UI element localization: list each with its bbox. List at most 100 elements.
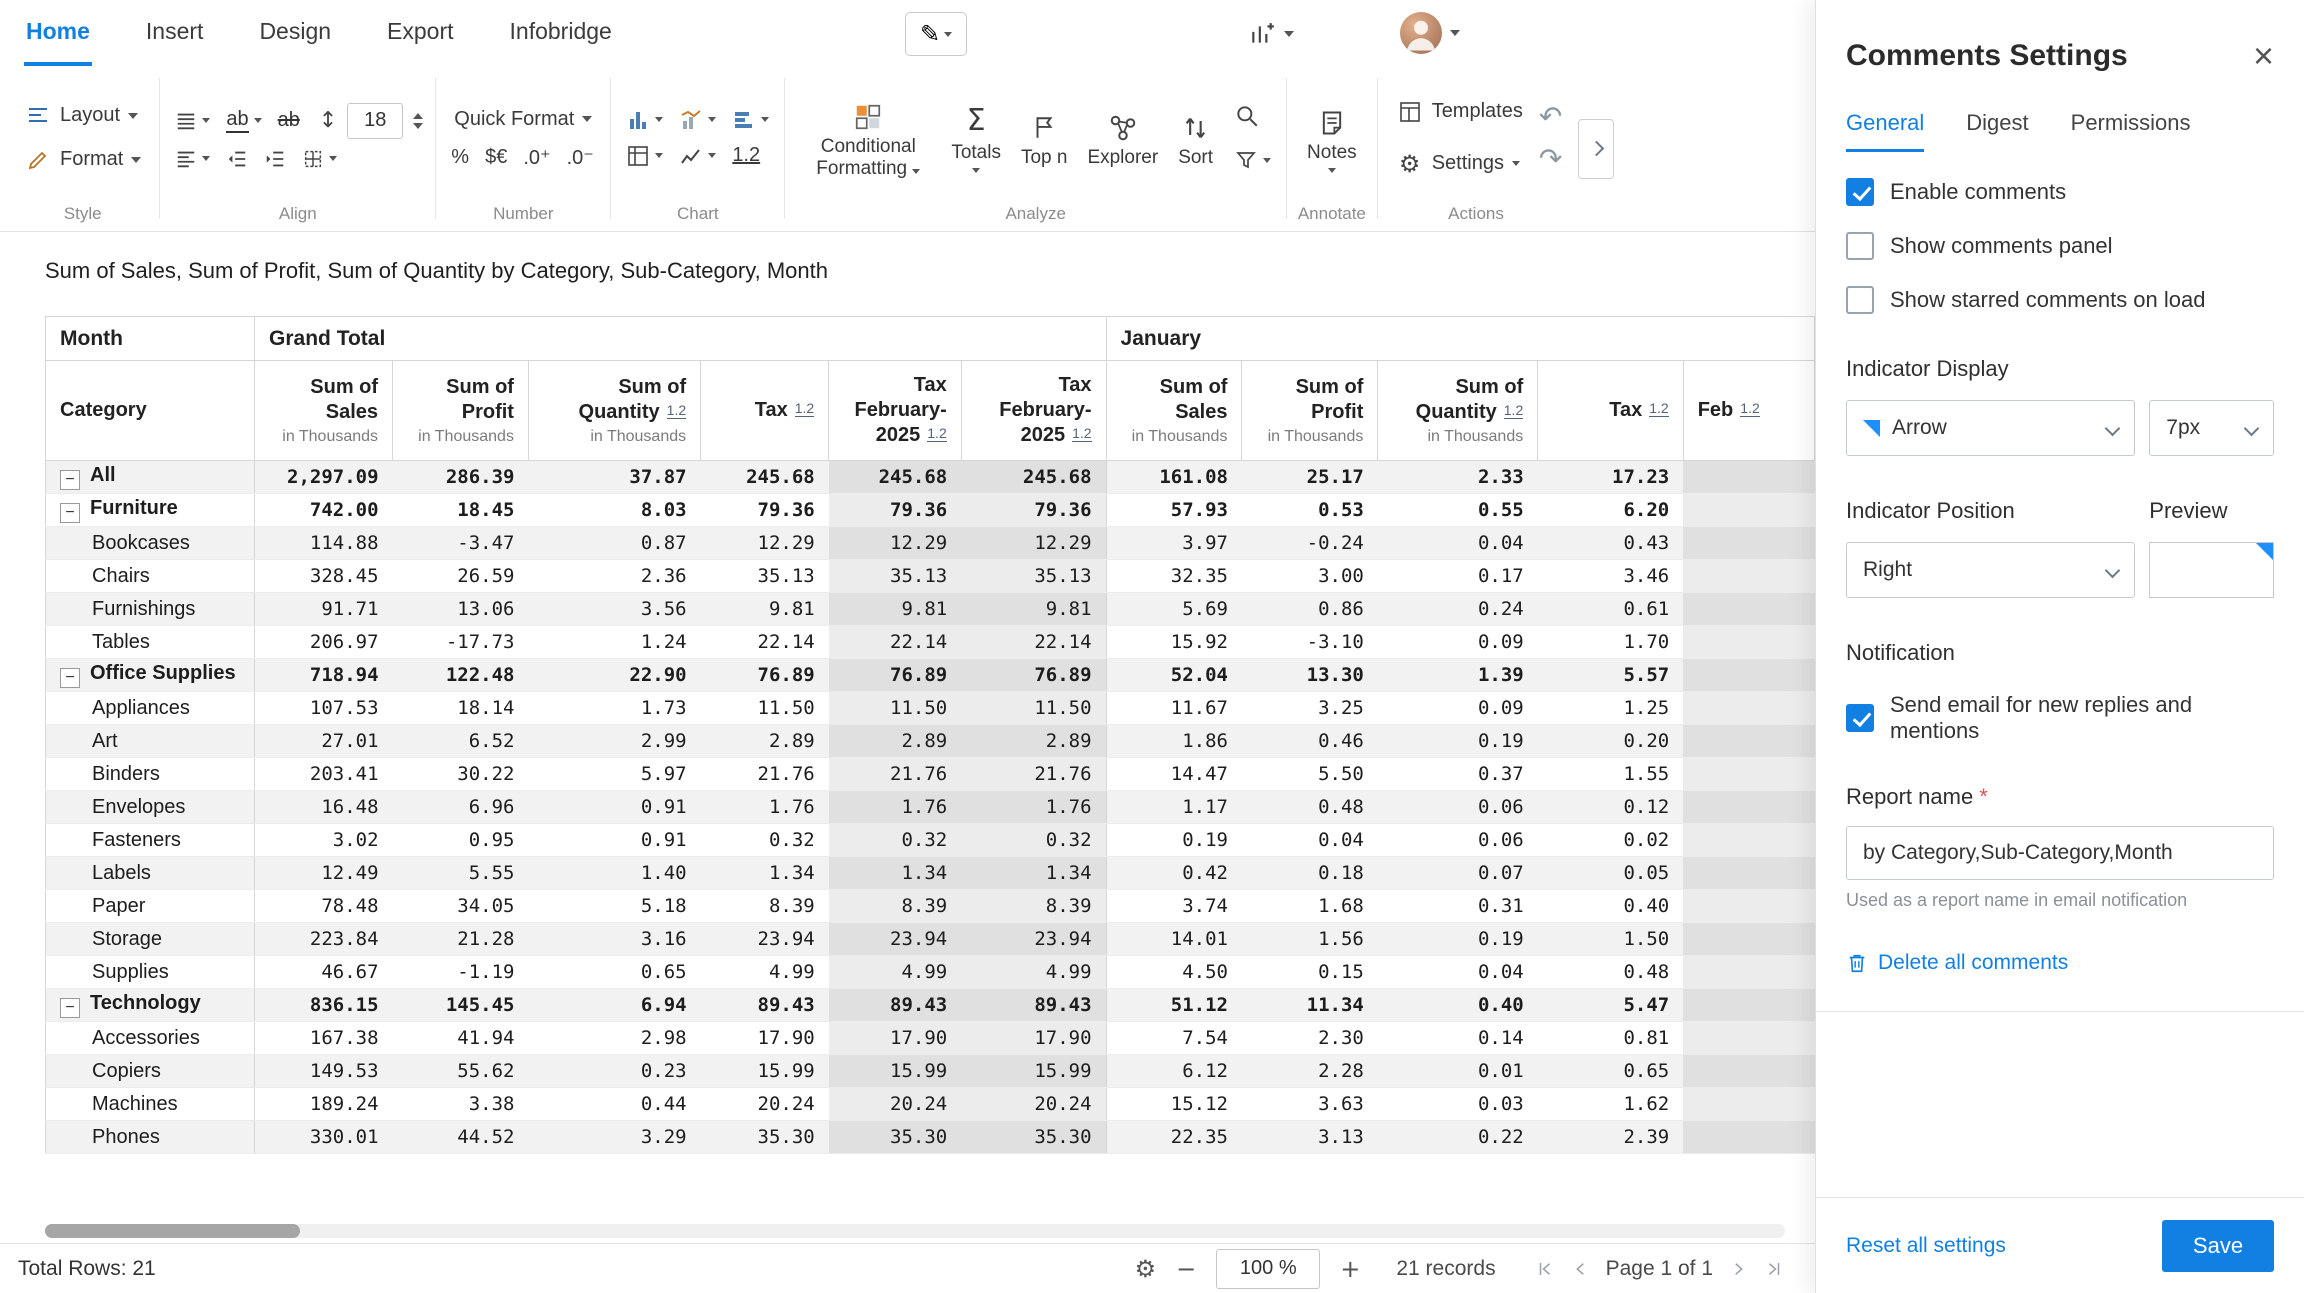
pivot-cell[interactable] [1683,691,1815,725]
pivot-cell[interactable]: 89.43 [828,988,962,1022]
pivot-cell[interactable]: 22.14 [828,625,962,659]
row-label[interactable]: − Office Supplies [45,658,256,692]
pivot-cell[interactable]: 0.46 [1241,724,1378,758]
pivot-cell[interactable]: 1.34 [828,856,962,890]
pivot-cell[interactable]: 89.43 [961,988,1107,1022]
pivot-cell[interactable]: 15.99 [700,1054,829,1088]
row-label[interactable]: Bookcases [45,526,256,560]
pivot-cell[interactable]: -17.73 [392,625,529,659]
indicator-type-select[interactable]: Arrow [1846,400,2136,456]
pivot-cell[interactable]: 0.40 [1377,988,1538,1022]
pivot-cell[interactable] [1683,1120,1815,1154]
pivot-cell[interactable]: 0.95 [392,823,529,857]
pivot-cell[interactable]: 3.29 [528,1120,701,1154]
pivot-cell[interactable]: 20.24 [828,1087,962,1121]
pivot-cell[interactable]: 22.14 [961,625,1107,659]
pivot-cell[interactable]: 51.12 [1105,988,1242,1022]
pivot-cell[interactable]: 718.94 [254,658,393,692]
strikethrough-button[interactable]: ab [275,106,303,135]
pivot-cell[interactable]: 0.04 [1377,526,1538,560]
conditional-formatting-button[interactable]: Conditional Formatting [797,94,939,182]
pivot-cell[interactable]: 35.30 [828,1120,962,1154]
pivot-cell[interactable]: 11.50 [700,691,829,725]
pivot-cell[interactable]: 23.94 [700,922,829,956]
pivot-corner-category[interactable]: Category [45,360,256,461]
menu-item-export[interactable]: Export [385,0,455,66]
ribbon-expand-button[interactable] [1578,118,1615,179]
pivot-cell[interactable]: 0.09 [1377,691,1538,725]
pivot-cell[interactable]: 1.50 [1537,922,1684,956]
menu-item-design[interactable]: Design [257,0,333,66]
row-label[interactable]: Machines [45,1087,256,1121]
pivot-cell[interactable]: 1.68 [1241,889,1378,923]
pivot-cell[interactable]: 6.52 [392,724,529,758]
row-label[interactable]: − Furniture [45,493,256,527]
pivot-cell[interactable]: 22.90 [528,658,701,692]
pivot-group-grand-total[interactable]: Grand Total [254,316,1107,361]
pivot-cell[interactable]: 8.39 [961,889,1107,923]
pivot-cell[interactable]: 0.44 [528,1087,701,1121]
pivot-cell[interactable]: 15.12 [1105,1087,1242,1121]
pivot-cell[interactable]: 0.31 [1377,889,1538,923]
pivot-cell[interactable]: 2,297.09 [254,460,393,494]
pivot-cell[interactable]: 2.89 [961,724,1107,758]
pivot-cell[interactable]: 0.65 [528,955,701,989]
pivot-cell[interactable]: 15.92 [1105,625,1242,659]
user-avatar-button[interactable] [1400,12,1460,54]
pivot-cell[interactable]: 4.50 [1105,955,1242,989]
row-label[interactable]: Paper [45,889,256,923]
row-label[interactable]: Fasteners [45,823,256,857]
pivot-cell[interactable]: -0.24 [1241,526,1378,560]
pivot-cell[interactable]: 4.99 [828,955,962,989]
row-label[interactable]: Accessories [45,1021,256,1055]
row-label[interactable]: Furnishings [45,592,256,626]
pivot-cell[interactable] [1683,526,1815,560]
pivot-cell[interactable]: 3.02 [254,823,393,857]
next-page-button[interactable] [1727,1258,1749,1280]
checkbox-row-enable-comments[interactable]: Enable comments [1846,178,2274,206]
pivot-cell[interactable]: 18.14 [392,691,529,725]
tab-permissions[interactable]: Permissions [2071,110,2191,152]
pivot-cell[interactable]: 107.53 [254,691,393,725]
pivot-cell[interactable]: 12.29 [828,526,962,560]
pivot-cell[interactable]: 328.45 [254,559,393,593]
decimal-format-button[interactable]: 1.2 [729,141,763,170]
pivot-cell[interactable] [1683,823,1815,857]
pivot-cell[interactable]: 145.45 [392,988,529,1022]
menu-item-home[interactable]: Home [24,0,92,66]
pivot-cell[interactable]: 11.50 [961,691,1107,725]
pivot-cell[interactable]: 17.90 [700,1021,829,1055]
pivot-cell[interactable]: 16.48 [254,790,393,824]
pivot-cell[interactable]: 1.62 [1537,1087,1684,1121]
pivot-cell[interactable]: 17.90 [828,1021,962,1055]
pivot-cell[interactable]: -3.10 [1241,625,1378,659]
row-label[interactable]: − All [45,460,256,494]
pivot-cell[interactable]: 0.32 [700,823,829,857]
pivot-cell[interactable]: 0.06 [1377,823,1538,857]
indent-decrease-button[interactable] [223,145,251,173]
pivot-cell[interactable]: 52.04 [1105,658,1242,692]
filter-button[interactable] [1231,146,1274,176]
pivot-cell[interactable]: 0.01 [1377,1054,1538,1088]
pivot-cell[interactable]: 3.38 [392,1087,529,1121]
pivot-cell[interactable]: 122.48 [392,658,529,692]
pivot-cell[interactable]: 2.89 [828,724,962,758]
pivot-cell[interactable]: 3.13 [1241,1120,1378,1154]
pivot-cell[interactable] [1683,559,1815,593]
decrease-decimal-button[interactable]: .0⁻ [564,142,597,173]
align-justify-button[interactable] [172,107,213,135]
pivot-cell[interactable]: 8.03 [528,493,701,527]
pivot-cell[interactable]: 8.39 [828,889,962,923]
pivot-cell[interactable]: 17.90 [961,1021,1107,1055]
pivot-cell[interactable]: 5.47 [1537,988,1684,1022]
explorer-button[interactable]: Explorer [1079,105,1166,171]
row-label[interactable]: Labels [45,856,256,890]
pivot-cell[interactable] [1683,922,1815,956]
pivot-cell[interactable]: 23.94 [961,922,1107,956]
pivot-cell[interactable]: 30.22 [392,757,529,791]
pivot-cell[interactable]: 203.41 [254,757,393,791]
pivot-cell[interactable]: 1.25 [1537,691,1684,725]
pivot-cell[interactable] [1683,724,1815,758]
pivot-cell[interactable]: 0.19 [1377,724,1538,758]
pivot-cell[interactable]: 0.48 [1241,790,1378,824]
